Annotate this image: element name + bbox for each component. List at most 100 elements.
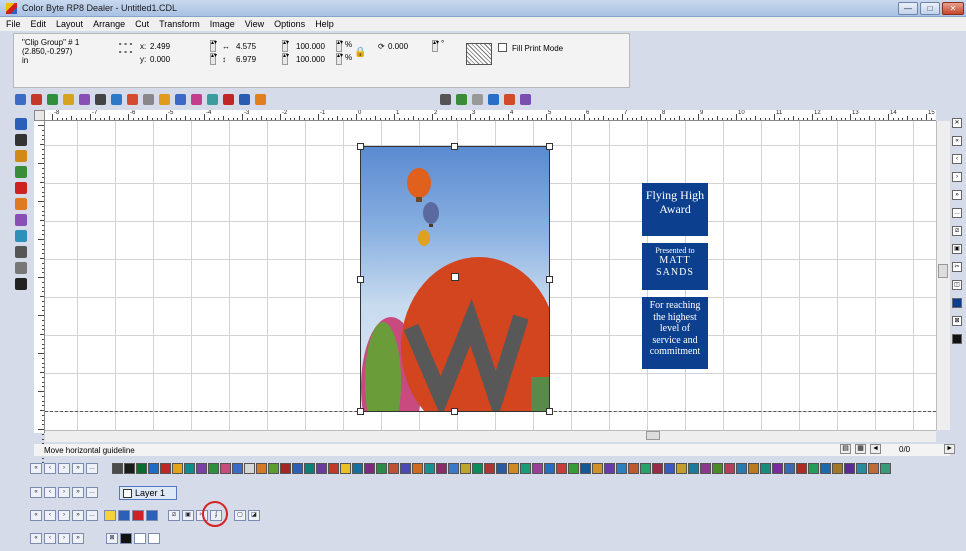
scale-x-stepper[interactable]: ▴▾ — [336, 40, 343, 52]
maximize-button[interactable]: □ — [920, 2, 940, 15]
fill-print-mode-checkbox[interactable] — [498, 43, 507, 52]
page-prev-button[interactable]: ◄ — [870, 444, 881, 454]
frame-icon[interactable]: ▢ — [234, 510, 246, 521]
open-icon[interactable] — [31, 93, 42, 105]
color-swatch[interactable] — [124, 463, 135, 474]
swatch-last-button[interactable]: » — [72, 533, 84, 544]
scale-x-field[interactable]: 100.000 — [296, 42, 325, 51]
tools-next-button[interactable]: › — [58, 510, 70, 521]
award-title-box[interactable]: Flying High Award — [642, 183, 708, 236]
page-icon[interactable]: ▤ — [840, 444, 851, 454]
selection-handle[interactable] — [451, 143, 458, 150]
y-field[interactable]: 0.000 — [150, 55, 170, 64]
color-swatch[interactable] — [592, 463, 603, 474]
menu-image[interactable]: Image — [210, 19, 235, 29]
import-icon[interactable] — [63, 93, 74, 105]
menu-transform[interactable]: Transform — [159, 19, 200, 29]
pencil-swatch-icon[interactable] — [104, 510, 116, 521]
color-swatch[interactable] — [136, 463, 147, 474]
color-swatch[interactable] — [220, 463, 231, 474]
color-swatch[interactable] — [652, 463, 663, 474]
color-swatch[interactable] — [256, 463, 267, 474]
color-swatch[interactable] — [856, 463, 867, 474]
color-swatch[interactable] — [448, 463, 459, 474]
x-swatch-icon[interactable]: ⊠ — [952, 316, 962, 326]
export-icon[interactable] — [79, 93, 90, 105]
blue-swatch-icon[interactable] — [118, 510, 130, 521]
prev-page-icon[interactable]: ‹ — [952, 154, 962, 164]
menu-layout[interactable]: Layout — [56, 19, 83, 29]
horizontal-scroll-thumb[interactable] — [646, 431, 660, 440]
image-icon[interactable] — [255, 93, 266, 105]
lock-ratio-icon[interactable]: 🔒 — [354, 47, 366, 58]
color-swatch[interactable] — [784, 463, 795, 474]
color-swatch[interactable] — [424, 463, 435, 474]
color-swatch[interactable] — [172, 463, 183, 474]
color-swatch[interactable] — [460, 463, 471, 474]
black-swatch-icon[interactable] — [120, 533, 132, 544]
palette-more-button[interactable]: … — [86, 463, 98, 474]
color-swatch[interactable] — [748, 463, 759, 474]
x-stepper[interactable]: ▴▾ — [210, 40, 217, 52]
color-swatch[interactable] — [604, 463, 615, 474]
minimize-button[interactable]: — — [898, 2, 918, 15]
knife-tool-icon[interactable] — [15, 246, 27, 258]
color-swatch[interactable] — [184, 463, 195, 474]
blue-swatch-icon[interactable] — [146, 510, 158, 521]
color-swatch[interactable] — [760, 463, 771, 474]
last-page-icon[interactable]: » — [952, 190, 962, 200]
color-swatch[interactable] — [328, 463, 339, 474]
award-name-box[interactable]: Presented to MATT SANDS — [642, 243, 708, 290]
color-swatch[interactable] — [400, 463, 411, 474]
layers-icon[interactable] — [520, 93, 531, 105]
center-handle[interactable] — [451, 273, 459, 281]
align-icon[interactable] — [207, 93, 218, 105]
selection-handle[interactable] — [451, 408, 458, 415]
page-next-button[interactable]: ► — [944, 444, 956, 454]
move-icon[interactable] — [440, 93, 451, 105]
next-page-icon[interactable]: › — [952, 172, 962, 182]
scale-y-field[interactable]: 100.000 — [296, 55, 325, 64]
new-icon[interactable] — [15, 93, 26, 105]
group-icon[interactable] — [159, 93, 170, 105]
menu-view[interactable]: View — [245, 19, 264, 29]
x-field[interactable]: 2.499 — [150, 42, 170, 51]
palette-last-button[interactable]: » — [72, 463, 84, 474]
color-swatch[interactable] — [484, 463, 495, 474]
eraser-tool-icon[interactable] — [15, 262, 27, 274]
cut-job-icon[interactable] — [111, 93, 122, 105]
swatch-prev-button[interactable]: ‹ — [44, 533, 56, 544]
fill-tool-icon[interactable] — [15, 230, 27, 242]
undo-icon[interactable] — [127, 93, 138, 105]
height-field[interactable]: 6.979 — [236, 55, 256, 64]
ungroup-icon[interactable] — [175, 93, 186, 105]
color-swatch[interactable] — [352, 463, 363, 474]
text-tool-icon[interactable] — [15, 134, 27, 146]
vertical-ruler[interactable] — [34, 121, 45, 464]
close-button[interactable]: ✕ — [942, 2, 964, 15]
color-swatch[interactable] — [544, 463, 555, 474]
red-swatch-icon[interactable] — [132, 510, 144, 521]
no-fill-icon[interactable]: ⧄ — [952, 226, 962, 236]
color-swatch[interactable] — [196, 463, 207, 474]
selection-handle[interactable] — [546, 408, 553, 415]
horizontal-scrollbar[interactable] — [45, 430, 936, 442]
color-swatch[interactable] — [628, 463, 639, 474]
x-swatch-icon[interactable]: ⊠ — [106, 533, 118, 544]
select-tool-icon[interactable] — [15, 118, 27, 130]
pen-tool-icon[interactable] — [15, 214, 27, 226]
ruler-corner[interactable] — [34, 110, 45, 121]
tools-last-button[interactable]: » — [72, 510, 84, 521]
menu-file[interactable]: File — [6, 19, 21, 29]
color-swatch[interactable] — [736, 463, 747, 474]
zoom-tool-icon[interactable] — [15, 166, 27, 178]
save-icon[interactable] — [47, 93, 58, 105]
ellipse-tool-icon[interactable] — [15, 182, 27, 194]
layer-tab[interactable]: Layer 1 — [119, 486, 177, 500]
white-swatch-icon[interactable] — [134, 533, 146, 544]
menu-cut[interactable]: Cut — [135, 19, 149, 29]
layer-last-button[interactable]: » — [72, 487, 84, 498]
color-swatch[interactable] — [700, 463, 711, 474]
fill-frame-icon[interactable]: ◪ — [248, 510, 260, 521]
color-swatch[interactable] — [688, 463, 699, 474]
